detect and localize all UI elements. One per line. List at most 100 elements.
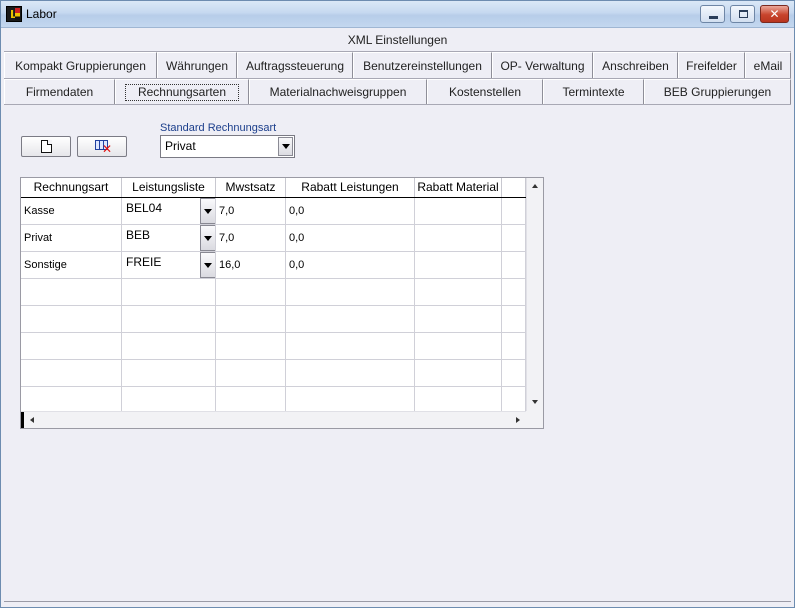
grid-cell-empty[interactable] [216,387,286,414]
grid-cell-empty[interactable] [502,360,526,387]
maximize-button[interactable] [730,5,755,23]
grid-cell-empty[interactable] [21,333,122,360]
tab-kostenstellen[interactable]: Kostenstellen [427,79,543,104]
column-header-mwstsatz[interactable]: Mwstsatz [216,178,286,198]
grid-cell-empty[interactable] [216,333,286,360]
grid-cell-rechnungsart[interactable]: Kasse [21,198,122,225]
standard-rechnungsart-label: Standard Rechnungsart [160,122,277,134]
tab-row-2: Kompakt Gruppierungen Währungen Auftrags… [4,52,791,78]
window-bottom-edge [4,601,791,602]
leistungsliste-cell[interactable]: FREIE [122,252,216,279]
grid-cell-empty[interactable] [216,360,286,387]
grid-cell-empty[interactable] [286,333,415,360]
grid-cell-empty[interactable] [415,387,502,414]
horizontal-scrollbar[interactable] [21,411,526,428]
new-button[interactable] [21,136,71,157]
grid-cell-rabatt-leistungen[interactable]: 0,0 [286,225,415,252]
grid-cell-empty[interactable] [415,333,502,360]
grid-cell-empty[interactable] [502,333,526,360]
grid-cell-mwstsatz[interactable]: 16,0 [216,252,286,279]
column-header-rabatt-material[interactable]: Rabatt Material [415,178,502,198]
column-header-rabatt-leistungen[interactable]: Rabatt Leistungen [286,178,415,198]
chevron-down-icon[interactable] [278,137,293,156]
grid-cell-empty[interactable] [216,279,286,306]
grid-cell-empty[interactable] [286,360,415,387]
grid-cell-rechnungsart[interactable]: Sonstige [21,252,122,279]
tab-termintexte[interactable]: Termintexte [543,79,644,104]
vertical-scrollbar[interactable] [526,178,543,411]
grid-cell-rabatt-leistungen[interactable]: 0,0 [286,198,415,225]
scroll-left-icon[interactable] [24,412,41,428]
grid-cell-mwstsatz[interactable]: 7,0 [216,225,286,252]
tab-xml-einstellungen[interactable]: XML Einstellungen [4,29,791,51]
tab-firmendaten[interactable]: Firmendaten [4,79,115,104]
grid-cell-empty[interactable] [415,360,502,387]
grid-cell-empty[interactable] [286,279,415,306]
tab-rechnungsarten-label: Rechnungsarten [124,84,240,101]
grid-cell-empty[interactable] [502,306,526,333]
tab-email[interactable]: eMail [745,52,791,78]
minimize-icon [709,16,718,19]
grid-cell-empty[interactable] [21,387,122,414]
tab-rechnungsarten[interactable]: Rechnungsarten [115,79,249,104]
tab-kompakt-gruppierungen[interactable]: Kompakt Gruppierungen [4,52,157,78]
leistungsliste-cell[interactable]: BEL04 [122,198,216,225]
grid-cell-empty[interactable] [122,279,216,306]
tab-auftragssteuerung[interactable]: Auftragssteuerung [237,52,353,78]
grid-cell-empty[interactable] [286,387,415,414]
app-logo-icon[interactable]: L [6,6,22,22]
chevron-down-icon[interactable] [200,252,215,278]
grid-cell-empty[interactable] [502,198,526,225]
grid-cell-rabatt-leistungen[interactable]: 0,0 [286,252,415,279]
grid-cell-empty[interactable] [502,279,526,306]
delete-button[interactable]: ✕ [77,136,127,157]
scroll-down-icon[interactable] [527,394,543,411]
tab-anschreiben[interactable]: Anschreiben [593,52,678,78]
minimize-button[interactable] [700,5,725,23]
grid-cell-mwstsatz[interactable]: 7,0 [216,198,286,225]
tab-op-verwaltung[interactable]: OP- Verwaltung [492,52,593,78]
column-header-leistungsliste[interactable]: Leistungsliste [122,178,216,198]
grid-cell-empty[interactable] [286,306,415,333]
chevron-down-icon[interactable] [200,198,215,224]
delete-row-icon: ✕ [95,140,112,155]
grid-cell-empty[interactable] [415,306,502,333]
tab-beb-gruppierungen[interactable]: BEB Gruppierungen [644,79,791,104]
scroll-right-icon[interactable] [509,412,526,428]
tab-freifelder[interactable]: Freifelder [678,52,745,78]
grid-cell-empty[interactable] [216,306,286,333]
standard-rechnungsart-select[interactable]: Privat [160,135,295,158]
title-bar[interactable]: L Labor ✕ [1,1,794,28]
grid-cell-rabatt-material[interactable] [415,225,502,252]
tab-benutzereinstellungen[interactable]: Benutzereinstellungen [353,52,492,78]
leistungsliste-select[interactable]: BEL04 [122,198,215,224]
grid-cell-empty[interactable] [502,252,526,279]
scroll-up-icon[interactable] [527,178,543,195]
grid-cell-rabatt-material[interactable] [415,252,502,279]
column-header-rechnungsart[interactable]: Rechnungsart [21,178,122,198]
grid-cell-empty[interactable] [21,360,122,387]
leistungsliste-value: FREIE [126,255,162,269]
grid-cell-empty[interactable] [502,225,526,252]
chevron-down-icon[interactable] [200,225,215,251]
grid-cell-empty[interactable] [122,360,216,387]
grid-cell-empty[interactable] [122,387,216,414]
tab-row-1: XML Einstellungen [4,29,791,51]
grid-cell-empty[interactable] [502,387,526,414]
grid-cell-rechnungsart[interactable]: Privat [21,225,122,252]
leistungsliste-select[interactable]: BEB [122,225,215,251]
tab-materialnachweisgruppen[interactable]: Materialnachweisgruppen [249,79,427,104]
standard-rechnungsart-value: Privat [165,139,196,153]
rechnungsarten-grid[interactable]: Rechnungsart Leistungsliste Mwstsatz Rab… [20,177,544,429]
tab-waehrungen[interactable]: Währungen [157,52,237,78]
leistungsliste-cell[interactable]: BEB [122,225,216,252]
grid-cell-empty[interactable] [415,279,502,306]
grid-cell-empty[interactable] [122,306,216,333]
grid-cell-empty[interactable] [21,306,122,333]
grid-cell-empty[interactable] [122,333,216,360]
leistungsliste-value: BEL04 [126,201,163,215]
grid-cell-empty[interactable] [21,279,122,306]
leistungsliste-select[interactable]: FREIE [122,252,215,278]
close-button[interactable]: ✕ [760,5,789,23]
grid-cell-rabatt-material[interactable] [415,198,502,225]
